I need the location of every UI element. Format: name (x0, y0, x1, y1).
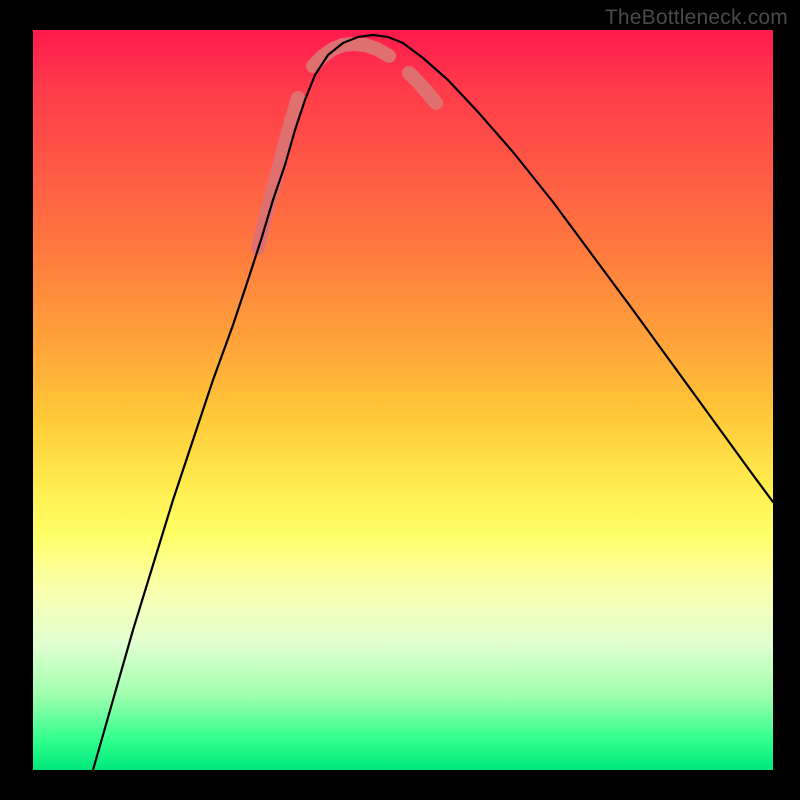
watermark-text: TheBottleneck.com (605, 6, 788, 30)
chart-frame: TheBottleneck.com (0, 0, 800, 800)
salmon-overlay-left (258, 98, 298, 248)
plot-area (33, 30, 773, 770)
bottleneck-curve (93, 35, 773, 770)
salmon-overlay-right (409, 73, 436, 103)
salmon-overlay-bottom (313, 44, 389, 66)
curve-layer (33, 30, 773, 770)
